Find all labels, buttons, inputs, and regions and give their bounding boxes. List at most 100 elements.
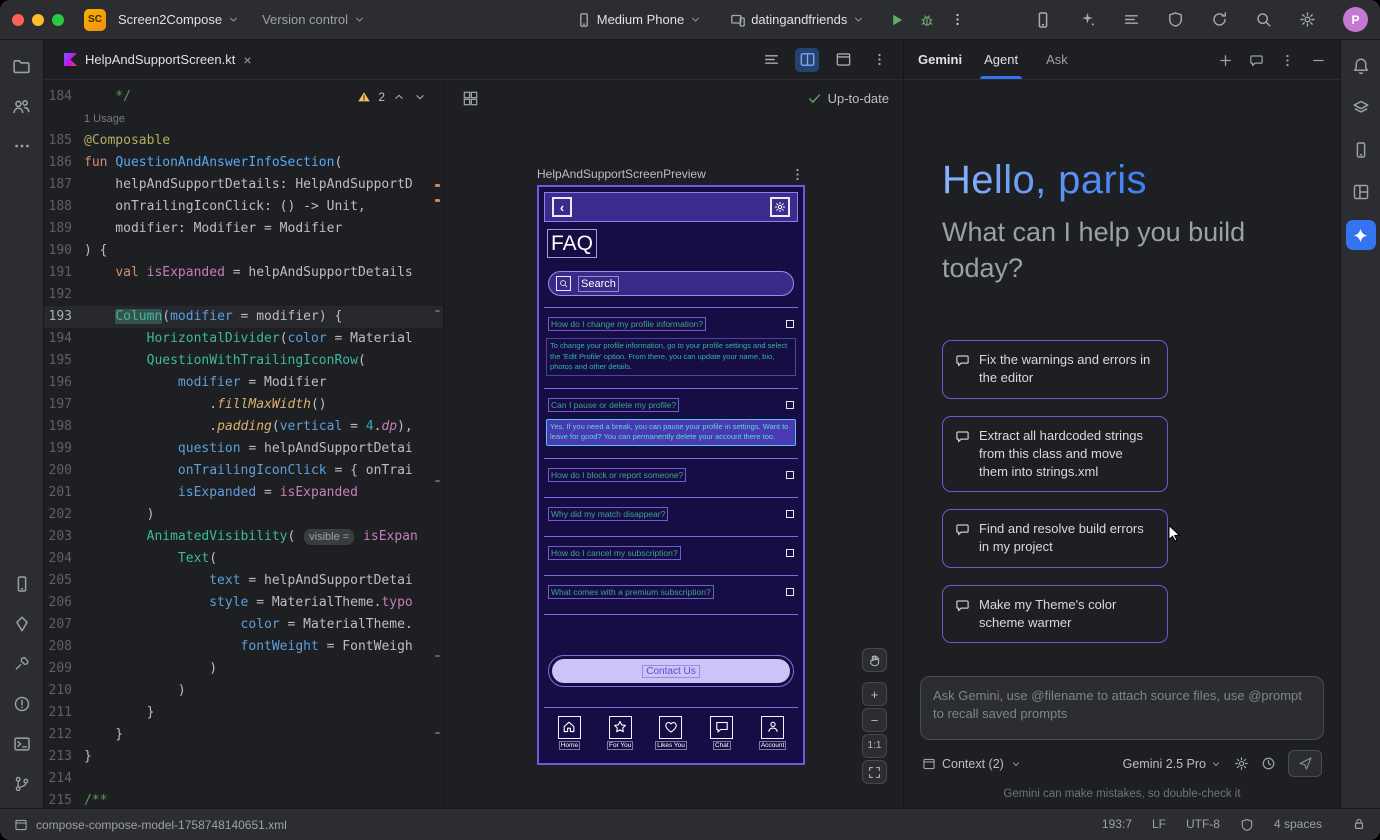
- suggestion-card[interactable]: Make my Theme's color scheme warmer: [942, 585, 1168, 643]
- code-line[interactable]: 214: [44, 768, 443, 790]
- split-mode-button[interactable]: [795, 48, 819, 72]
- code-line[interactable]: 211 }: [44, 702, 443, 724]
- suggestion-card[interactable]: Fix the warnings and errors in the edito…: [942, 340, 1168, 398]
- search-everywhere-button[interactable]: [1251, 8, 1275, 32]
- code-line[interactable]: 202 ): [44, 504, 443, 526]
- logcat-button[interactable]: [1119, 8, 1143, 32]
- user-avatar[interactable]: P: [1343, 7, 1368, 32]
- terminal-tool-button[interactable]: [8, 730, 36, 758]
- code-line[interactable]: 213}: [44, 746, 443, 768]
- ai-actions-button[interactable]: [1075, 8, 1099, 32]
- layout-inspector-tool-button[interactable]: [1347, 178, 1375, 206]
- code-line[interactable]: 199 question = helpAndSupportDetai: [44, 438, 443, 460]
- run-button[interactable]: [885, 8, 909, 32]
- editor-tab[interactable]: HelpAndSupportScreen.kt ×: [54, 40, 262, 79]
- code-line[interactable]: 215/**: [44, 790, 443, 808]
- code-line[interactable]: 190) {: [44, 240, 443, 262]
- code-line[interactable]: 186fun QuestionAndAnswerInfoSection(: [44, 152, 443, 174]
- zoom-out-button[interactable]: −: [862, 708, 887, 732]
- stripe-mark[interactable]: [435, 310, 440, 312]
- code-inlay-line[interactable]: 1 Usage: [44, 108, 443, 130]
- code-line[interactable]: 185@Composable: [44, 130, 443, 152]
- close-tab-button[interactable]: ×: [243, 53, 251, 67]
- suggestion-card[interactable]: Extract all hardcoded strings from this …: [942, 416, 1168, 493]
- preview-layout-toggle-button[interactable]: [458, 86, 482, 110]
- code-line[interactable]: 192: [44, 284, 443, 306]
- running-devices-tool-button[interactable]: [1347, 136, 1375, 164]
- code-line[interactable]: 210 ): [44, 680, 443, 702]
- usage-hint[interactable]: 1 Usage: [84, 113, 125, 125]
- tab-ask[interactable]: Ask: [1040, 40, 1074, 79]
- conversation-history-button[interactable]: [1249, 51, 1264, 67]
- code-line[interactable]: 189 modifier: Modifier = Modifier: [44, 218, 443, 240]
- device-explorer-tool-button[interactable]: [8, 570, 36, 598]
- code-line[interactable]: 194 HorizontalDivider(color = Material: [44, 328, 443, 350]
- new-chat-button[interactable]: [1218, 51, 1233, 67]
- gemini-more-button[interactable]: [1280, 51, 1295, 67]
- model-selector[interactable]: Gemini 2.5 Pro: [1123, 757, 1222, 771]
- compose-preview-canvas[interactable]: ‹ FAQ Search How do I change my profile …: [537, 185, 805, 765]
- read-lock-widget[interactable]: [1352, 817, 1366, 831]
- project-tool-button[interactable]: [8, 52, 36, 80]
- error-stripe[interactable]: [433, 80, 443, 808]
- code-line[interactable]: 195 QuestionWithTrailingIconRow(: [44, 350, 443, 372]
- close-window-button[interactable]: [12, 14, 24, 26]
- caret-position-widget[interactable]: 193:7: [1102, 817, 1132, 831]
- gemini-settings-button[interactable]: [1234, 756, 1249, 771]
- minimize-window-button[interactable]: [32, 14, 44, 26]
- code-line[interactable]: 201 isExpanded = isExpanded: [44, 482, 443, 504]
- stripe-mark[interactable]: [435, 480, 440, 482]
- code-line[interactable]: 207 color = MaterialTheme.: [44, 614, 443, 636]
- code-line[interactable]: 187 helpAndSupportDetails: HelpAndSuppor…: [44, 174, 443, 196]
- code-editor[interactable]: 2 184 */1 Usage185@Composable186fun Ques…: [44, 80, 444, 808]
- code-line[interactable]: 209 ): [44, 658, 443, 680]
- project-selector[interactable]: Screen2Compose: [118, 12, 240, 27]
- vcs-selector[interactable]: Version control: [262, 12, 366, 27]
- code-line[interactable]: 212 }: [44, 724, 443, 746]
- tab-agent[interactable]: Agent: [978, 40, 1024, 79]
- editor-more-button[interactable]: [867, 48, 891, 72]
- indent-widget[interactable]: 4 spaces: [1274, 817, 1322, 831]
- code-line[interactable]: 206 style = MaterialTheme.typo: [44, 592, 443, 614]
- zoom-window-button[interactable]: [52, 14, 64, 26]
- encoding-widget[interactable]: UTF-8: [1186, 817, 1220, 831]
- gemini-tool-button[interactable]: [1346, 220, 1376, 250]
- stripe-mark[interactable]: [435, 732, 440, 734]
- code-line[interactable]: 200 onTrailingIconClick = { onTrai: [44, 460, 443, 482]
- send-button[interactable]: [1288, 750, 1322, 777]
- device-mirror-button[interactable]: [1031, 8, 1055, 32]
- next-problem-button[interactable]: [413, 90, 427, 104]
- more-tools-button[interactable]: [8, 132, 36, 160]
- editor-list-button[interactable]: [759, 48, 783, 72]
- code-line[interactable]: 193 Column(modifier = modifier) {: [44, 306, 443, 328]
- detach-preview-button[interactable]: [831, 48, 855, 72]
- code-lines[interactable]: 184 */1 Usage185@Composable186fun Questi…: [44, 80, 443, 808]
- preview-more-icon[interactable]: [790, 167, 805, 182]
- prompt-history-button[interactable]: [1261, 756, 1276, 771]
- notifications-button[interactable]: [1347, 52, 1375, 80]
- run-configuration-selector[interactable]: datingandfriends: [730, 12, 865, 28]
- code-line[interactable]: 197 .fillMaxWidth(): [44, 394, 443, 416]
- layers-tool-button[interactable]: [1347, 94, 1375, 122]
- resource-manager-tool-button[interactable]: [8, 610, 36, 638]
- pan-button[interactable]: [862, 648, 887, 672]
- code-line[interactable]: 188 onTrailingIconClick: () -> Unit,: [44, 196, 443, 218]
- previous-problem-button[interactable]: [392, 90, 406, 104]
- status-widget-icon[interactable]: [1240, 817, 1254, 832]
- gradle-sync-button[interactable]: [1207, 8, 1231, 32]
- zoom-in-button[interactable]: +: [862, 682, 887, 706]
- zoom-to-fit-button[interactable]: [862, 760, 887, 784]
- build-tool-button[interactable]: [8, 650, 36, 678]
- pull-requests-tool-button[interactable]: [8, 92, 36, 120]
- inspections-widget[interactable]: 2: [353, 88, 431, 106]
- settings-button[interactable]: [1295, 8, 1319, 32]
- code-line[interactable]: 198 .padding(vertical = 4.dp),: [44, 416, 443, 438]
- code-line[interactable]: 205 text = helpAndSupportDetai: [44, 570, 443, 592]
- version-control-tool-button[interactable]: [8, 770, 36, 798]
- warning-stripe-mark[interactable]: [435, 184, 440, 187]
- warning-stripe-mark[interactable]: [435, 199, 440, 202]
- context-selector[interactable]: Context (2): [922, 757, 1022, 771]
- code-line[interactable]: 203 AnimatedVisibility( visible = isExpa…: [44, 526, 443, 548]
- app-quality-insights-button[interactable]: [1163, 8, 1187, 32]
- code-line[interactable]: 196 modifier = Modifier: [44, 372, 443, 394]
